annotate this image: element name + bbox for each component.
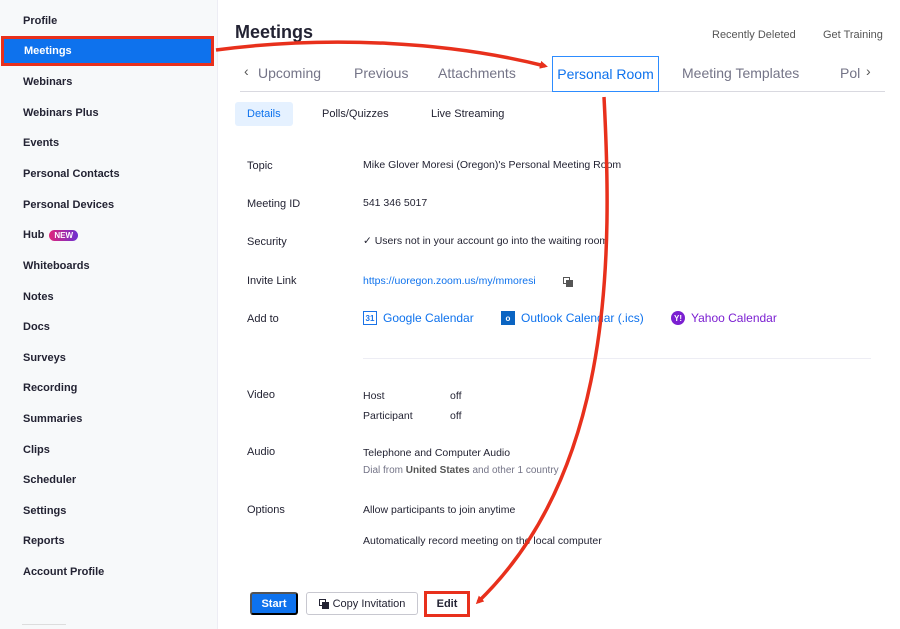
sidebar-item-label: Account Profile [23, 566, 105, 578]
sidebar-divider [22, 624, 66, 625]
yahoo-calendar-link[interactable]: Y! Yahoo Calendar [671, 311, 777, 325]
section-divider [363, 358, 871, 359]
topic-value: Mike Glover Moresi (Oregon)'s Personal M… [363, 159, 622, 171]
google-calendar-icon: 31 [363, 311, 377, 325]
tab-polls-truncated[interactable]: Pol [840, 65, 860, 81]
subtab-polls-quizzes[interactable]: Polls/Quizzes [322, 102, 389, 126]
sidebar-item-notes[interactable]: Notes [0, 282, 218, 312]
yahoo-calendar-label: Yahoo Calendar [691, 311, 777, 325]
chevron-right-icon[interactable]: › [866, 63, 871, 79]
sidebar-item-label: Notes [23, 291, 54, 303]
participant-video-value: off [450, 410, 462, 422]
sidebar-item-label: Profile [23, 15, 58, 27]
sidebar-item-label: Surveys [23, 352, 66, 364]
sidebar-item-events[interactable]: Events [0, 128, 218, 158]
sidebar-item-label: Webinars [23, 76, 73, 88]
sidebar-item-label: Recording [23, 382, 78, 394]
edit-button[interactable]: Edit [424, 591, 470, 617]
sidebar-item-label: Webinars Plus [23, 107, 99, 119]
page-title: Meetings [235, 22, 314, 42]
meeting-id-label: Meeting ID [247, 198, 301, 210]
sidebar-item-label: Meetings [24, 45, 72, 57]
subtab-details[interactable]: Details [235, 102, 293, 126]
subtab-live-streaming[interactable]: Live Streaming [431, 102, 504, 126]
outlook-calendar-icon: o [501, 311, 515, 325]
dial-prefix: Dial from [363, 465, 404, 476]
video-label: Video [247, 389, 275, 401]
sidebar-item-recording[interactable]: Recording [0, 373, 218, 403]
meeting-id-value: 541 346 5017 [363, 197, 428, 209]
add-to-label: Add to [247, 313, 279, 325]
copy-invitation-button[interactable]: Copy Invitation [306, 592, 418, 615]
dial-info: Dial from United States and other 1 coun… [363, 465, 559, 476]
outlook-calendar-label: Outlook Calendar (.ics) [521, 311, 644, 325]
host-label: Host [363, 390, 385, 402]
sidebar-item-webinars-plus[interactable]: Webinars Plus [0, 98, 218, 128]
sidebar-item-label: Settings [23, 505, 67, 517]
sidebar-item-label: Personal Contacts [23, 168, 120, 180]
tab-meeting-templates[interactable]: Meeting Templates [682, 65, 799, 81]
tab-attachments[interactable]: Attachments [438, 65, 516, 81]
yahoo-calendar-icon: Y! [671, 311, 685, 325]
sidebar-item-label: Reports [23, 535, 65, 547]
invite-link-label: Invite Link [247, 275, 297, 287]
sidebar-item-whiteboards[interactable]: Whiteboards [0, 251, 218, 281]
security-label: Security [247, 236, 287, 248]
copy-icon[interactable] [563, 277, 574, 288]
sidebar-item-settings[interactable]: Settings [0, 496, 218, 526]
recently-deleted-link[interactable]: Recently Deleted [712, 29, 796, 41]
topic-label: Topic [247, 160, 273, 172]
option-auto-record: Automatically record meeting on the loca… [363, 535, 602, 547]
sidebar-item-clips[interactable]: Clips [0, 435, 218, 465]
copy-invitation-label: Copy Invitation [332, 597, 406, 610]
host-video-value: off [450, 390, 462, 402]
sidebar-item-scheduler[interactable]: Scheduler [0, 465, 218, 495]
outlook-calendar-link[interactable]: o Outlook Calendar (.ics) [501, 311, 644, 325]
sidebar-item-account-profile[interactable]: Account Profile [0, 557, 218, 587]
sidebar-item-label: Docs [23, 321, 50, 333]
sidebar-item-personal-devices[interactable]: Personal Devices [0, 190, 218, 220]
sidebar-item-label: Personal Devices [23, 199, 115, 211]
dial-country: United States [405, 465, 470, 476]
sidebar-item-hub[interactable]: Hub NEW [0, 220, 218, 250]
copy-icon [318, 598, 329, 609]
sidebar-item-docs[interactable]: Docs [0, 312, 218, 342]
audio-label: Audio [247, 446, 276, 458]
arrow-to-edit-button [475, 96, 609, 605]
sidebar-item-label: Scheduler [23, 474, 77, 486]
sidebar-item-reports[interactable]: Reports [0, 526, 218, 556]
invite-link[interactable]: https://uoregon.zoom.us/my/mmoresi [363, 275, 536, 287]
meeting-tabs: ‹ Upcoming Previous Attachments Personal… [240, 56, 885, 92]
options-label: Options [247, 504, 285, 516]
tab-upcoming[interactable]: Upcoming [258, 65, 321, 81]
sidebar-item-label: Clips [23, 444, 50, 456]
sidebar-item-surveys[interactable]: Surveys [0, 343, 218, 373]
sidebar-item-profile[interactable]: Profile [0, 6, 218, 36]
sidebar-item-label: Whiteboards [23, 260, 90, 272]
tab-previous[interactable]: Previous [354, 65, 408, 81]
audio-value: Telephone and Computer Audio [363, 447, 511, 459]
new-badge: NEW [49, 229, 79, 241]
dial-suffix: and other 1 country [472, 465, 559, 476]
sidebar-item-webinars[interactable]: Webinars [0, 67, 218, 97]
sidebar-item-summaries[interactable]: Summaries [0, 404, 218, 434]
security-value: ✓ Users not in your account go into the … [363, 235, 609, 247]
google-calendar-link[interactable]: 31 Google Calendar [363, 311, 474, 325]
tab-personal-room[interactable]: Personal Room [552, 56, 659, 92]
get-training-link[interactable]: Get Training [823, 29, 883, 41]
google-calendar-label: Google Calendar [383, 311, 474, 325]
sidebar-item-label: Summaries [23, 413, 83, 425]
participant-label: Participant [363, 410, 413, 422]
sidebar-item-label: Hub [23, 229, 45, 241]
sidebar-item-personal-contacts[interactable]: Personal Contacts [0, 159, 218, 189]
sidebar-item-meetings[interactable]: Meetings [1, 36, 214, 66]
sidebar-item-label: Events [23, 137, 60, 149]
start-button[interactable]: Start [250, 592, 298, 615]
chevron-left-icon[interactable]: ‹ [244, 63, 249, 79]
option-join-anytime: Allow participants to join anytime [363, 504, 516, 516]
sidebar: Profile Meetings Webinars Webinars Plus … [0, 0, 218, 629]
